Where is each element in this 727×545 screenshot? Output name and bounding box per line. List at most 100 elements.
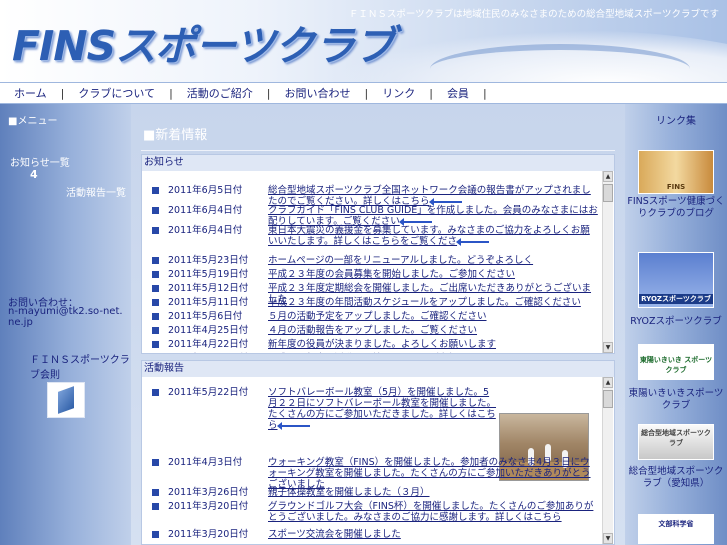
item-date: 2011年4月3日付 [168, 457, 243, 468]
news-scrollbar[interactable]: ▲ ▼ [602, 171, 613, 353]
item-date: 2011年5月6日付 [168, 311, 243, 322]
item-link[interactable]: 総合型地域スポーツクラブ全国ネットワーク会議の報告書がアップされましたのでご覧く… [268, 185, 598, 207]
bullet-icon [152, 389, 159, 396]
banner-caption[interactable]: 東陽いきいきスポーツクラブ [625, 388, 727, 412]
nav-separator: | [482, 86, 487, 100]
item-link[interactable]: ４月の活動報告をアップしました。ご覧ください [268, 325, 598, 336]
item-link[interactable]: クラブガイド「FINS CLUB GUIDE」を作成しました。会員のみなさまには… [268, 205, 598, 227]
left-sidebar: ■メニュー お知らせ一覧 4 活動報告一覧 お問い合わせ： n-mayumi@t… [0, 104, 131, 545]
item-date: 2011年5月23日付 [168, 255, 249, 266]
banner-toyo[interactable]: 東陽いきいき スポーツクラブ [638, 344, 714, 380]
scroll-down-icon[interactable]: ▼ [603, 342, 613, 353]
item-date: 2011年3月20日付 [168, 529, 249, 540]
arrow-left-icon[interactable] [398, 217, 432, 226]
scroll-thumb[interactable] [603, 184, 613, 202]
item-link[interactable]: ５月の活動予定をアップしました。ご確認ください [268, 311, 598, 322]
bullet-icon [152, 257, 159, 264]
bullet-icon [152, 313, 159, 320]
banner-ryoz[interactable]: RYOZスポーツクラブ [638, 252, 714, 308]
item-date: 2011年5月12日付 [168, 283, 249, 294]
club-rules-link[interactable]: ＦＩＮＳスポーツクラブ会則 [30, 351, 131, 381]
news-count: 4 [30, 168, 38, 181]
contact-email-link[interactable]: n-mayumi@tk2.so-net.ne.jp [8, 306, 126, 328]
item-link[interactable]: ソフトバレーボール教室（5月）を開催しました。5月２２日にソフトバレーボール教室… [268, 387, 498, 431]
item-link[interactable]: スポーツ交流会を開催しました [268, 529, 598, 540]
report-list: 2011年5月22日付 ソフトバレーボール教室（5月）を開催しました。5月２２日に… [142, 377, 602, 544]
page-title: ■新着情報 [143, 128, 208, 143]
banner-fins-blog[interactable]: FINS [638, 150, 714, 194]
scroll-up-icon[interactable]: ▲ [603, 377, 613, 388]
item-link[interactable]: 平成２３年度の年間活動スケジュールをアップしました。ご確認ください [268, 297, 598, 308]
bullet-icon [152, 489, 159, 496]
item-date: 2011年5月22日付 [168, 387, 249, 398]
item-date: 2011年4月22日付 [168, 339, 249, 350]
bullet-icon [152, 459, 159, 466]
nav-separator: | [429, 86, 433, 100]
banner-caption[interactable]: RYOZスポーツクラブ [625, 316, 727, 328]
nav-separator: | [169, 86, 173, 100]
item-link[interactable]: 平成２３年度の会員募集を開始しました。ご参加ください [268, 269, 598, 280]
nav-home[interactable]: ホーム [14, 85, 61, 101]
banner-label: 文部科学省 [658, 520, 694, 528]
nav-about[interactable]: クラブについて [78, 85, 169, 101]
item-date: 2011年3月20日付 [168, 501, 249, 512]
news-list-link[interactable]: お知らせ一覧 [10, 154, 70, 169]
banner-label: 東陽いきいき スポーツクラブ [639, 356, 713, 374]
bullet-icon [152, 207, 159, 214]
nav-links[interactable]: リンク [382, 85, 429, 101]
report-panel-title: 活動報告 [142, 361, 614, 377]
item-date: 2011年6月4日付 [168, 225, 243, 236]
report-scrollbar[interactable]: ▲ ▼ [602, 377, 613, 544]
bullet-icon [152, 327, 159, 334]
item-link[interactable]: ホームページの一部をリニューアルしました。どうぞよろしく [268, 255, 598, 266]
banner-label: RYOZスポーツクラブ [639, 294, 713, 304]
scroll-thumb[interactable] [603, 390, 613, 408]
item-link[interactable]: 新年度の役員が決まりました。よろしくお願いします [268, 339, 598, 350]
site-tagline: ＦＩＮＳスポーツクラブは地域住民のみなさまのための総合型地域スポーツクラブです [348, 9, 719, 20]
banner-mext[interactable]: 文部科学省 [638, 514, 714, 544]
cube-icon [58, 386, 74, 414]
bullet-icon [152, 187, 159, 194]
main-content: ■新着情報 お知らせ 2011年6月5日付 総合型地域スポーツクラブ全国ネットワー… [131, 104, 625, 545]
banner-label: FINS [666, 183, 686, 191]
nav-members[interactable]: 会員 [447, 85, 483, 101]
bullet-icon [152, 531, 159, 538]
bullet-icon [152, 285, 159, 292]
item-link[interactable]: 親子体操教室を開催しました（３月） [268, 487, 598, 498]
item-link[interactable]: ウォーキング教室（FINS）を開催しました。参加者のみなさま4月３日にウォーキン… [268, 457, 598, 490]
bullet-icon [152, 227, 159, 234]
item-date: 2011年6月4日付 [168, 205, 243, 216]
right-sidebar: リンク集 FINS FINSスポーツ健康づくりクラブのブログ RYOZスポーツク… [625, 104, 727, 545]
item-date: 2011年3月26日付 [168, 487, 249, 498]
arrow-left-icon[interactable] [276, 421, 310, 430]
top-nav: ホーム | クラブについて | 活動のご紹介 | お問い合わせ | リンク | 会員 | [0, 82, 727, 104]
banner-caption[interactable]: FINSスポーツ健康づくりクラブのブログ [625, 196, 727, 220]
scroll-down-icon[interactable]: ▼ [603, 533, 613, 544]
item-date: 2011年5月19日付 [168, 269, 249, 280]
bullet-icon [152, 271, 159, 278]
item-date: 2011年4月25日付 [168, 325, 249, 336]
left-menu-title: ■メニュー [8, 116, 58, 127]
divider [141, 150, 615, 151]
news-panel-title: お知らせ [142, 155, 614, 171]
report-list-link[interactable]: 活動報告一覧 [66, 184, 126, 199]
links-title: リンク集 [656, 116, 696, 127]
banner-label: 総合型地域スポーツクラブ [641, 429, 711, 447]
scroll-up-icon[interactable]: ▲ [603, 171, 613, 182]
nav-activities[interactable]: 活動のご紹介 [187, 85, 267, 101]
item-date: 2011年5月11日付 [168, 297, 249, 308]
item-link[interactable]: 東日本大震災の義援金を募集しています。みなさまのご協力をよろしくお願いいたします… [268, 225, 598, 247]
arrow-left-icon[interactable] [428, 197, 462, 206]
bullet-icon [152, 341, 159, 348]
banner-caption[interactable]: 総合型地域スポーツクラブ（愛知県） [625, 466, 727, 490]
nav-separator: | [364, 86, 369, 100]
nav-contact[interactable]: お問い合わせ [285, 85, 365, 101]
club-icon[interactable] [47, 382, 85, 418]
nav-separator: | [266, 86, 271, 100]
bullet-icon [152, 299, 159, 306]
banner-sogo[interactable]: 総合型地域スポーツクラブ [638, 424, 714, 460]
header: FINSスポーツクラブ ＦＩＮＳスポーツクラブは地域住民のみなさまのための総合型… [0, 0, 727, 82]
arrow-left-icon[interactable] [456, 237, 490, 246]
item-link[interactable]: グラウンドゴルフ大会（FINS杯）を開催しました。たくさんのご参加ありがとうござ… [268, 501, 598, 523]
site-logo[interactable]: FINSスポーツクラブ [12, 12, 395, 72]
